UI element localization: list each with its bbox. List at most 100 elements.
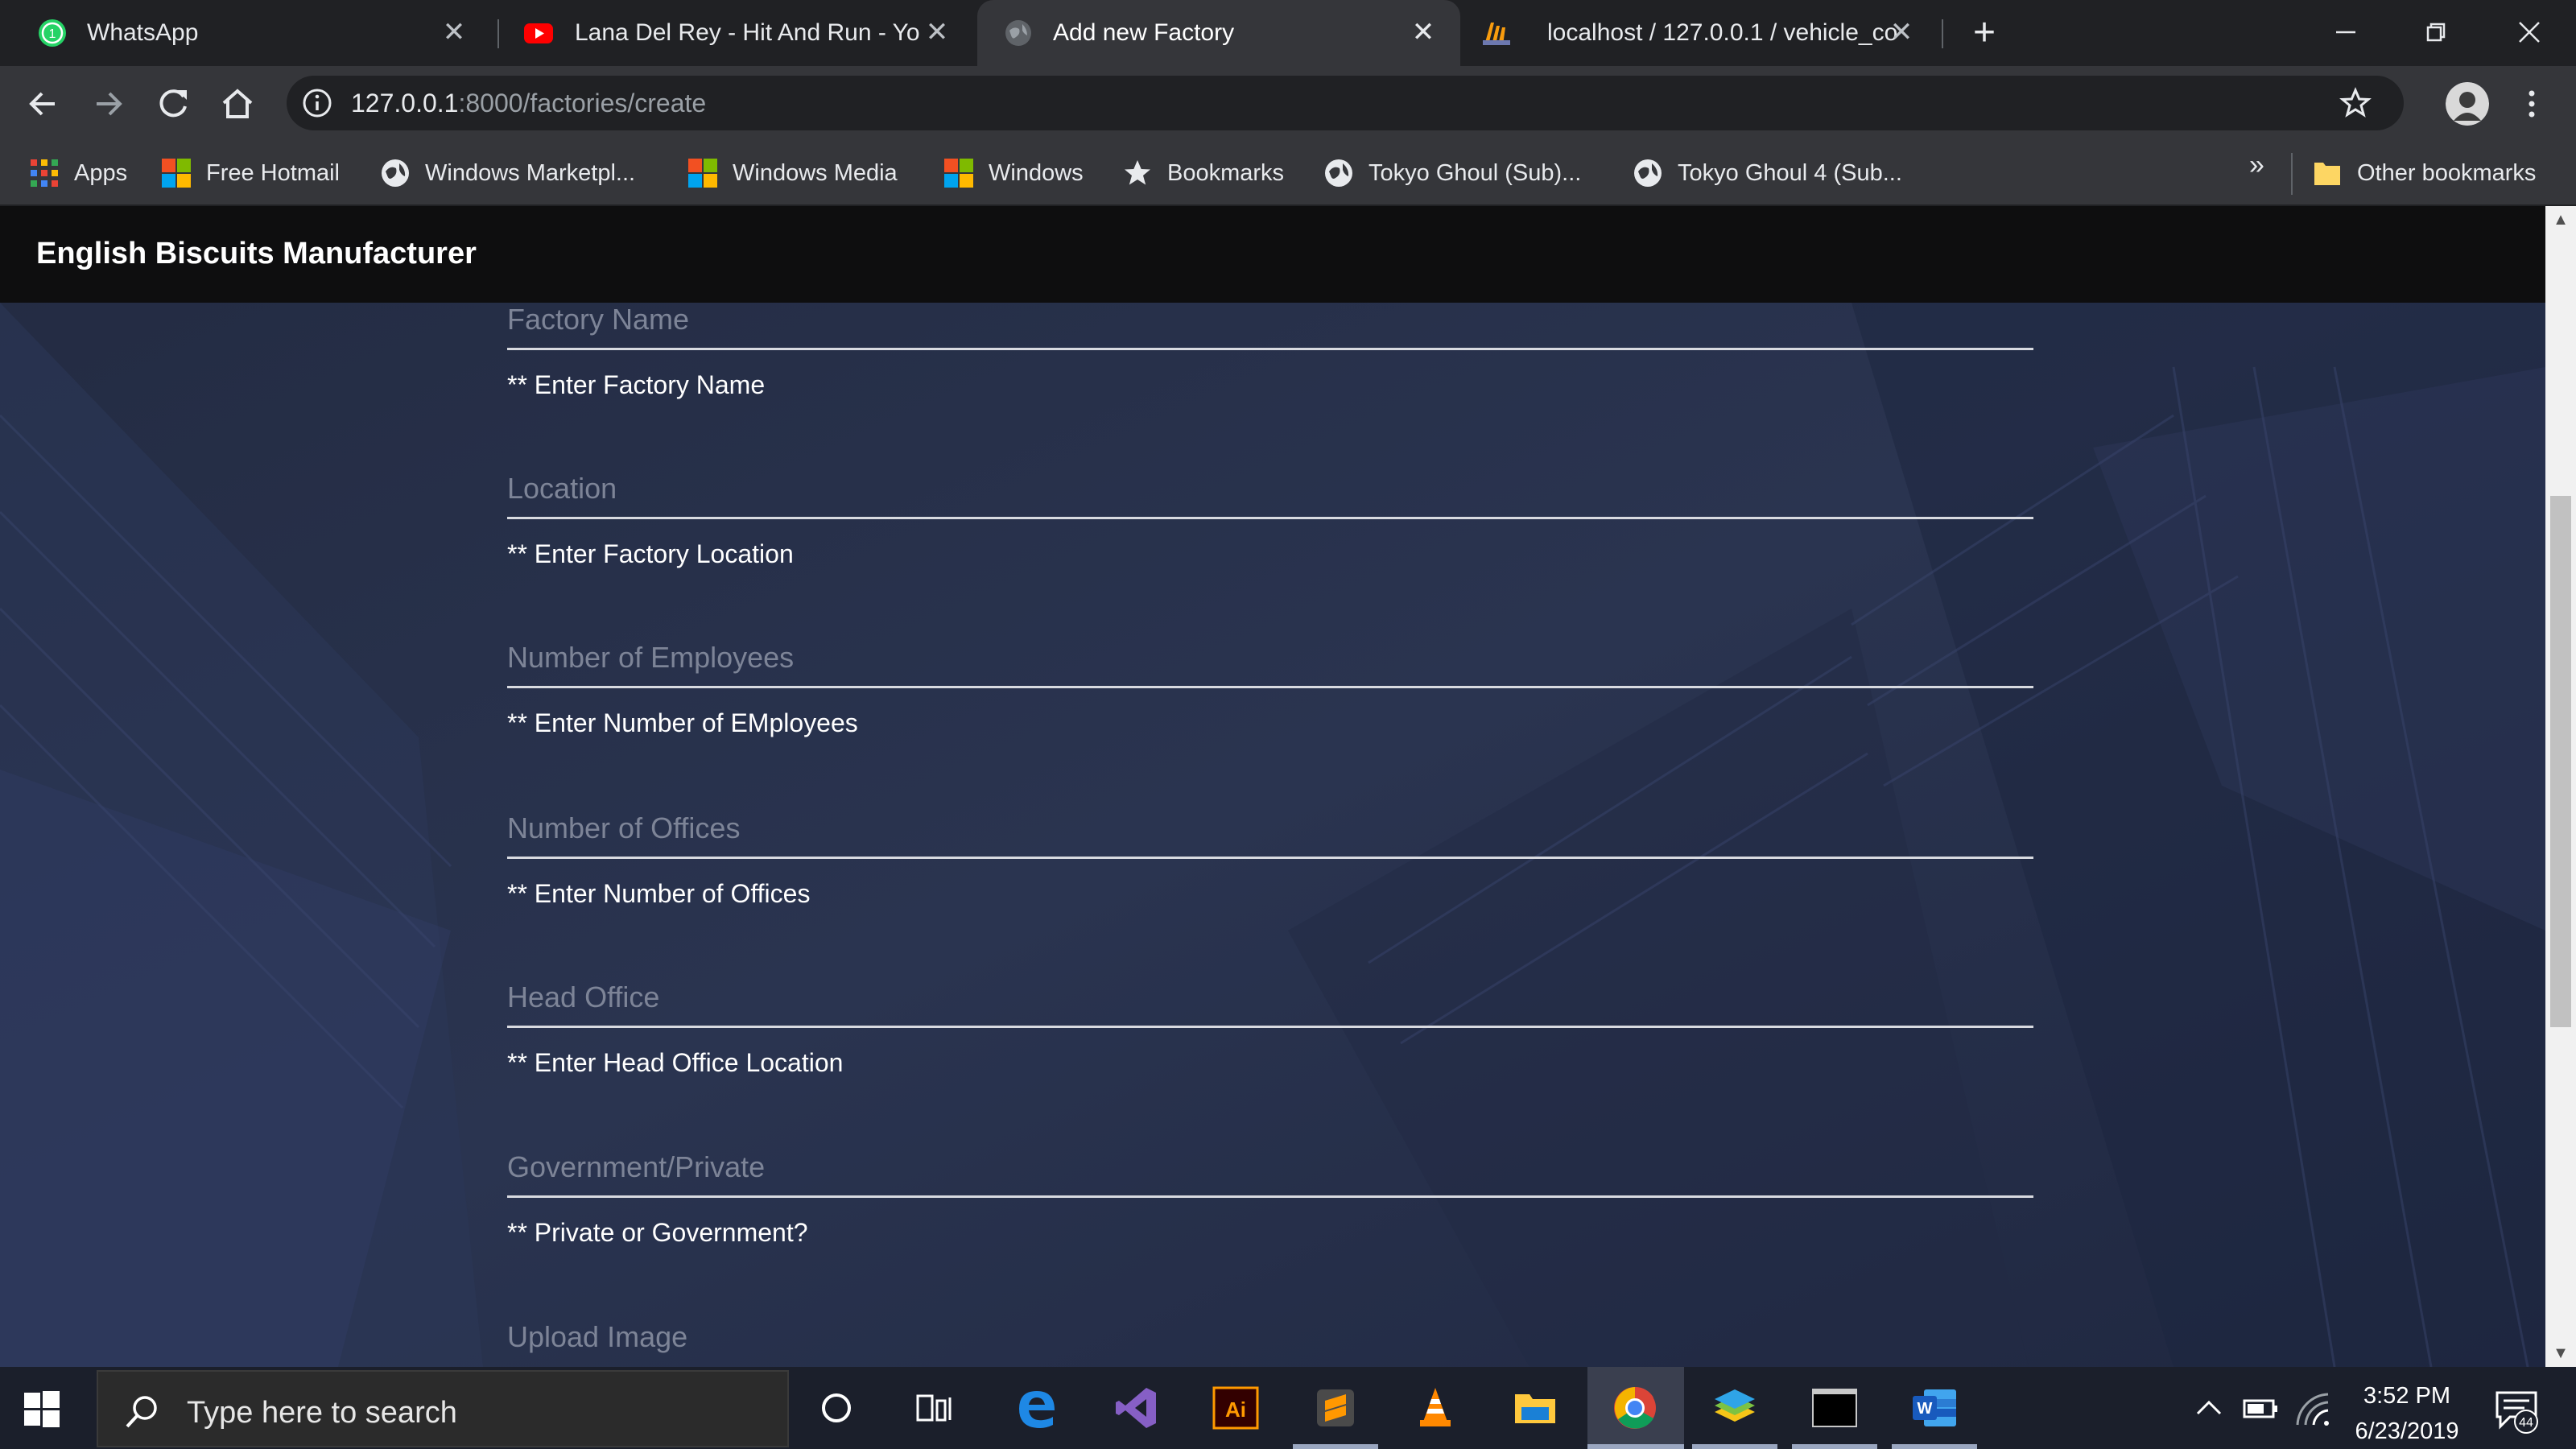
- close-window-button[interactable]: [2505, 8, 2553, 56]
- forward-arrow-icon[interactable]: [89, 84, 129, 124]
- notification-center-icon[interactable]: 44: [2492, 1386, 2541, 1435]
- back-arrow-icon[interactable]: [23, 84, 63, 124]
- windows-taskbar: Type here to search Ai W 3:52 PM 6/23/20…: [0, 1367, 2576, 1449]
- offices-label: Number of Offices: [507, 811, 741, 844]
- bookmark-windows[interactable]: Windows: [943, 151, 1084, 195]
- word-icon[interactable]: W: [1909, 1383, 1959, 1433]
- bookmark-label: Windows Marketpl...: [425, 159, 636, 186]
- tab-title: localhost / 127.0.0.1 / vehicle_co: [1547, 19, 1898, 46]
- chevron-up-icon[interactable]: [2191, 1391, 2227, 1426]
- minimize-icon: [2336, 31, 2355, 34]
- whatsapp-icon: 1: [39, 19, 66, 47]
- close-icon[interactable]: ✕: [921, 16, 953, 48]
- close-icon[interactable]: ✕: [1407, 16, 1439, 48]
- windows-logo-icon: [162, 159, 191, 188]
- file-explorer-icon[interactable]: [1510, 1383, 1560, 1433]
- more-vert-icon[interactable]: [2520, 82, 2544, 126]
- restore-button[interactable]: [2412, 8, 2460, 56]
- bookmark-label: Tokyo Ghoul 4 (Sub...: [1678, 159, 1902, 186]
- avatar[interactable]: [2446, 82, 2489, 126]
- clock-date: 6/23/2019: [2355, 1418, 2459, 1444]
- factory-name-label: Factory Name: [507, 303, 690, 336]
- close-icon[interactable]: ✕: [438, 16, 470, 48]
- other-bookmarks[interactable]: Other bookmarks: [2312, 151, 2536, 195]
- location-field[interactable]: Location ** Enter Factory Location: [507, 472, 2033, 633]
- windows-logo-icon: [688, 159, 717, 188]
- running-indicator: [1587, 1444, 1684, 1449]
- offices-field[interactable]: Number of Offices ** Enter Number of Off…: [507, 811, 2033, 972]
- bookmark-windows-media[interactable]: Windows Media: [687, 151, 898, 195]
- running-indicator: [1692, 1444, 1777, 1449]
- new-tab-button[interactable]: +: [1964, 13, 2004, 53]
- bookmark-bookmarks[interactable]: Bookmarks: [1122, 151, 1284, 195]
- whatsapp-badge: 1: [49, 27, 56, 41]
- vlc-icon[interactable]: [1410, 1383, 1460, 1433]
- system-clock[interactable]: 3:52 PM 6/23/2019: [2326, 1378, 2487, 1449]
- bookmark-label: Windows Media: [733, 159, 898, 186]
- visual-studio-icon[interactable]: [1111, 1383, 1161, 1433]
- battery-icon[interactable]: [2241, 1391, 2281, 1426]
- tab-youtube[interactable]: Lana Del Rey - Hit And Run - You ✕: [499, 0, 974, 66]
- bookmark-tokyo-ghoul[interactable]: Tokyo Ghoul (Sub)...: [1323, 151, 1581, 195]
- tab-title: WhatsApp: [87, 19, 199, 46]
- tab-phpmyadmin[interactable]: localhost / 127.0.0.1 / vehicle_co ✕: [1463, 0, 1938, 66]
- windows-start-icon[interactable]: [23, 1389, 61, 1428]
- scroll-down-arrow-icon[interactable]: ▼: [2550, 1343, 2571, 1364]
- profile-icon: [2446, 82, 2489, 126]
- bookmarks-overflow-button[interactable]: »: [2249, 150, 2264, 181]
- location-hint: ** Enter Factory Location: [507, 539, 794, 568]
- globe-icon: [1325, 159, 1352, 187]
- head-office-field[interactable]: Head Office ** Enter Head Office Locatio…: [507, 980, 2033, 1141]
- bookmarks-bar: Apps Free Hotmail Windows Marketpl... Wi…: [0, 140, 2576, 206]
- employees-hint: ** Enter Number of EMployees: [507, 708, 858, 737]
- tab-add-new-factory[interactable]: Add new Factory ✕: [977, 0, 1460, 66]
- government-private-label: Government/Private: [507, 1150, 766, 1183]
- government-private-field[interactable]: Government/Private ** Private or Governm…: [507, 1150, 2033, 1311]
- employees-field[interactable]: Number of Employees ** Enter Number of E…: [507, 641, 2033, 802]
- bookmark-star-icon[interactable]: [2339, 87, 2372, 119]
- taskbar-search-box[interactable]: Type here to search: [97, 1370, 789, 1447]
- address-bar[interactable]: 127.0.0.1:8000/factories/create: [287, 76, 2404, 130]
- svg-text:Ai: Ai: [1225, 1397, 1246, 1422]
- chrome-icon[interactable]: [1610, 1383, 1660, 1433]
- svg-text:W: W: [1918, 1400, 1933, 1418]
- task-view-icon[interactable]: [910, 1383, 960, 1433]
- restore-icon: [2426, 23, 2446, 42]
- bluestacks-icon[interactable]: [1710, 1383, 1760, 1433]
- minimize-button[interactable]: [2322, 8, 2370, 56]
- bookmark-label: Other bookmarks: [2357, 159, 2537, 186]
- terminal-icon[interactable]: [1810, 1383, 1860, 1433]
- info-icon[interactable]: [301, 87, 333, 119]
- bookmark-tokyo-ghoul-4[interactable]: Tokyo Ghoul 4 (Sub...: [1633, 151, 1902, 195]
- bookmarks-divider: [2291, 153, 2293, 195]
- reload-icon[interactable]: [153, 84, 193, 124]
- sublime-text-icon[interactable]: [1311, 1383, 1360, 1433]
- windows-logo-icon: [944, 159, 973, 188]
- offices-hint: ** Enter Number of Offices: [507, 879, 811, 908]
- scroll-up-arrow-icon[interactable]: ▲: [2550, 209, 2571, 230]
- edge-icon[interactable]: [1011, 1383, 1061, 1433]
- scrollbar-thumb[interactable]: [2550, 496, 2571, 1027]
- employees-label: Number of Employees: [507, 641, 795, 674]
- cortana-icon[interactable]: [811, 1383, 861, 1433]
- folder-icon: [2314, 163, 2340, 185]
- home-icon[interactable]: [217, 84, 258, 124]
- bookmark-label: Bookmarks: [1167, 159, 1285, 186]
- phpmyadmin-icon: [1483, 23, 1510, 45]
- brand-link[interactable]: English Biscuits Manufacturer: [36, 237, 477, 271]
- notification-count: 44: [2519, 1416, 2533, 1430]
- head-office-hint: ** Enter Head Office Location: [507, 1048, 844, 1077]
- bookmark-apps[interactable]: Apps: [29, 151, 127, 195]
- clock-time: 3:52 PM: [2363, 1383, 2450, 1409]
- bookmark-windows-marketplace[interactable]: Windows Marketpl...: [380, 151, 635, 195]
- factory-name-field[interactable]: Factory Name ** Enter Factory Name: [507, 303, 2033, 464]
- input-underline: [507, 857, 2033, 859]
- url-text: 127.0.0.1:8000/factories/create: [351, 89, 706, 118]
- close-icon[interactable]: ✕: [1885, 16, 1918, 48]
- tab-whatsapp[interactable]: 1 WhatsApp ✕: [0, 0, 491, 66]
- input-underline: [507, 517, 2033, 519]
- illustrator-icon[interactable]: Ai: [1211, 1383, 1261, 1433]
- upload-image-field[interactable]: Upload Image: [507, 1320, 2033, 1367]
- page-scrollbar[interactable]: ▲ ▼: [2545, 206, 2576, 1367]
- bookmark-free-hotmail[interactable]: Free Hotmail: [161, 151, 340, 195]
